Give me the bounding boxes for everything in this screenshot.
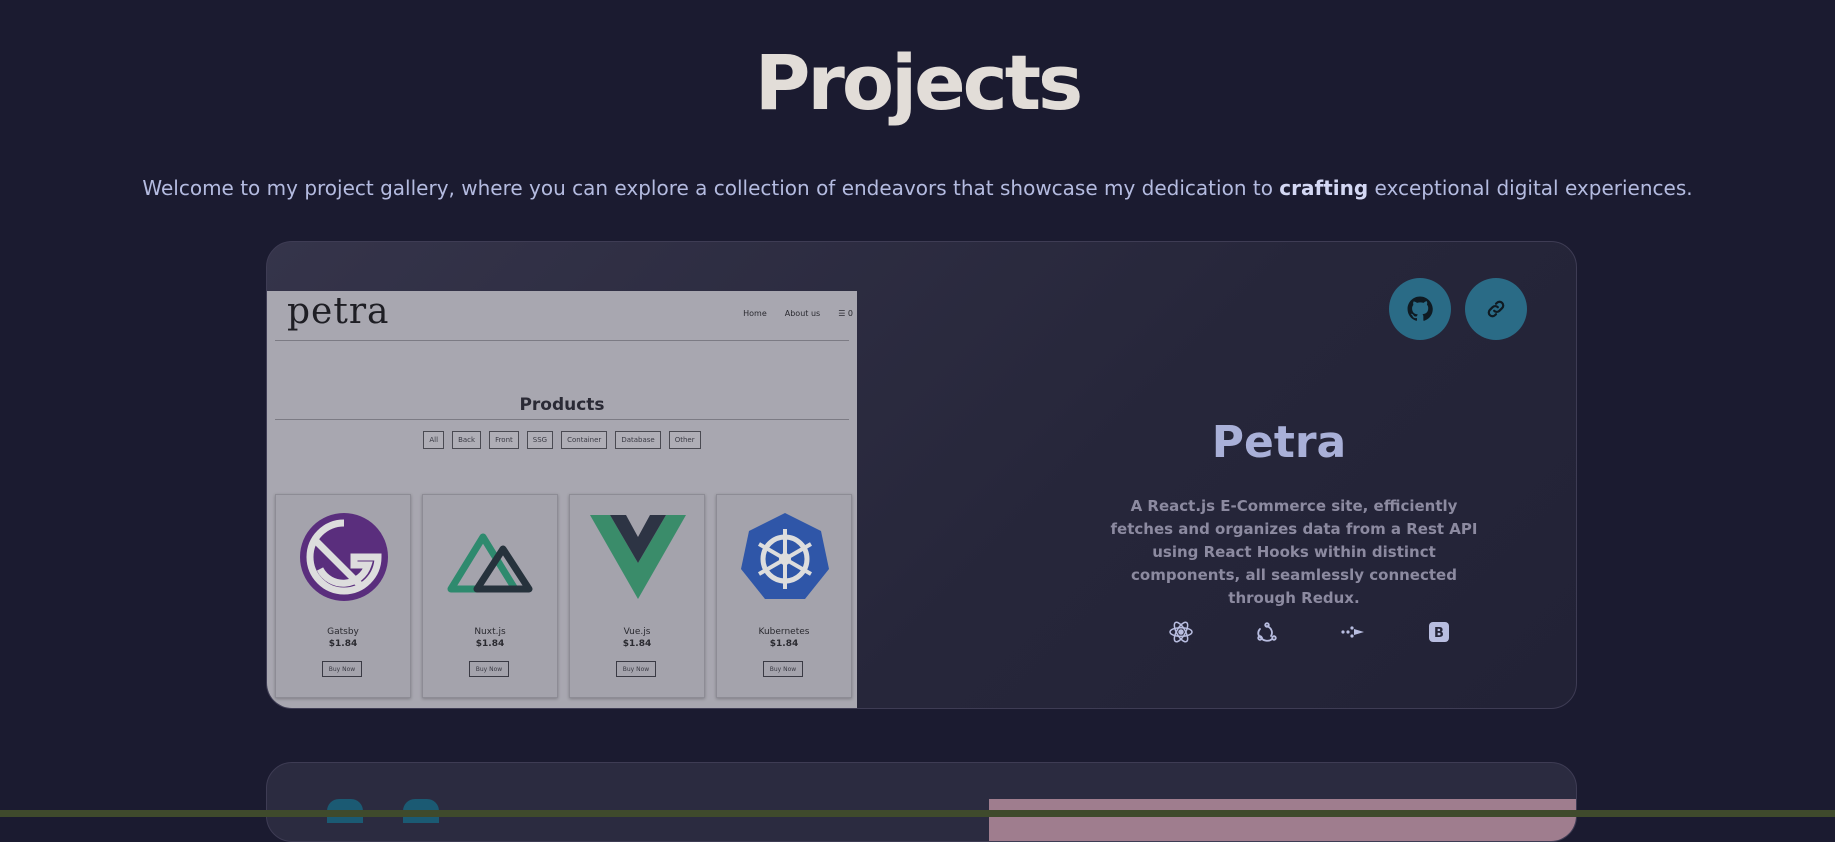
api-icon (1339, 618, 1367, 646)
project-description: A React.js E-Commerce site, efficiently … (1110, 497, 1478, 607)
intro-emphasis: crafting (1279, 176, 1369, 200)
product-card: Kubernetes $1.84 Buy Now (716, 494, 852, 698)
cart-icon: ☰ (838, 309, 846, 318)
gatsby-icon (300, 513, 388, 601)
filter-ssg: SSG (526, 431, 554, 449)
live-link-button[interactable] (1465, 278, 1527, 340)
filter-back: Back (452, 431, 482, 449)
divider (275, 419, 849, 420)
redux-icon (1253, 618, 1281, 646)
screenshot-products: Gatsby $1.84 Buy Now Nuxt.js $1.84 Buy N… (275, 494, 852, 698)
product-name: Nuxt.js (474, 627, 506, 637)
product-card: Nuxt.js $1.84 Buy Now (422, 494, 558, 698)
nuxtjs-icon (447, 533, 533, 593)
project-name: Petra (1211, 417, 1347, 468)
screenshot-nav-home: Home (743, 309, 767, 318)
product-price: $1.84 (769, 639, 799, 649)
next-project-screenshot (989, 799, 1576, 841)
product-price: $1.84 (475, 639, 505, 649)
filter-front: Front (489, 431, 519, 449)
react-icon (1167, 618, 1195, 646)
product-card: Vue.js $1.84 Buy Now (569, 494, 705, 698)
buy-now-button: Buy Now (322, 661, 362, 677)
kubernetes-icon (741, 513, 829, 599)
product-name: Kubernetes (758, 627, 810, 637)
screenshot-logo: petra (287, 291, 390, 332)
buy-now-button: Buy Now (616, 661, 656, 677)
vuejs-icon (590, 515, 686, 599)
product-name: Vue.js (623, 627, 651, 637)
screenshot-navbar: petra Home About us ☰ 0 (267, 291, 857, 339)
buy-now-button: Buy Now (763, 661, 803, 677)
bootstrap-icon: B (1425, 618, 1453, 646)
bottom-edge (0, 810, 1835, 817)
product-card: Gatsby $1.84 Buy Now (275, 494, 411, 698)
divider (275, 340, 849, 341)
product-price: $1.84 (328, 639, 358, 649)
svg-text:B: B (1434, 626, 1444, 641)
filter-database: Database (615, 431, 661, 449)
next-project-card (266, 762, 1577, 842)
screenshot-filters: All Back Front SSG Container Database Ot… (267, 431, 857, 449)
page-title: Projects (754, 38, 1084, 127)
screenshot-heading: Products (519, 395, 605, 415)
project-card: petra Home About us ☰ 0 Products All Bac… (266, 241, 1577, 709)
screenshot-cart: ☰ 0 (838, 309, 853, 318)
product-name: Gatsby (327, 627, 359, 637)
filter-other: Other (668, 431, 701, 449)
screenshot-nav-about: About us (784, 309, 821, 318)
github-button[interactable] (1389, 278, 1451, 340)
filter-all: All (423, 431, 445, 449)
buy-now-button: Buy Now (469, 661, 509, 677)
filter-container: Container (561, 431, 608, 449)
link-icon (1487, 300, 1505, 318)
intro-text: Welcome to my project gallery, where you… (142, 176, 1693, 200)
product-price: $1.84 (622, 639, 652, 649)
github-icon (1407, 296, 1433, 321)
project-screenshot: petra Home About us ☰ 0 Products All Bac… (267, 291, 857, 708)
